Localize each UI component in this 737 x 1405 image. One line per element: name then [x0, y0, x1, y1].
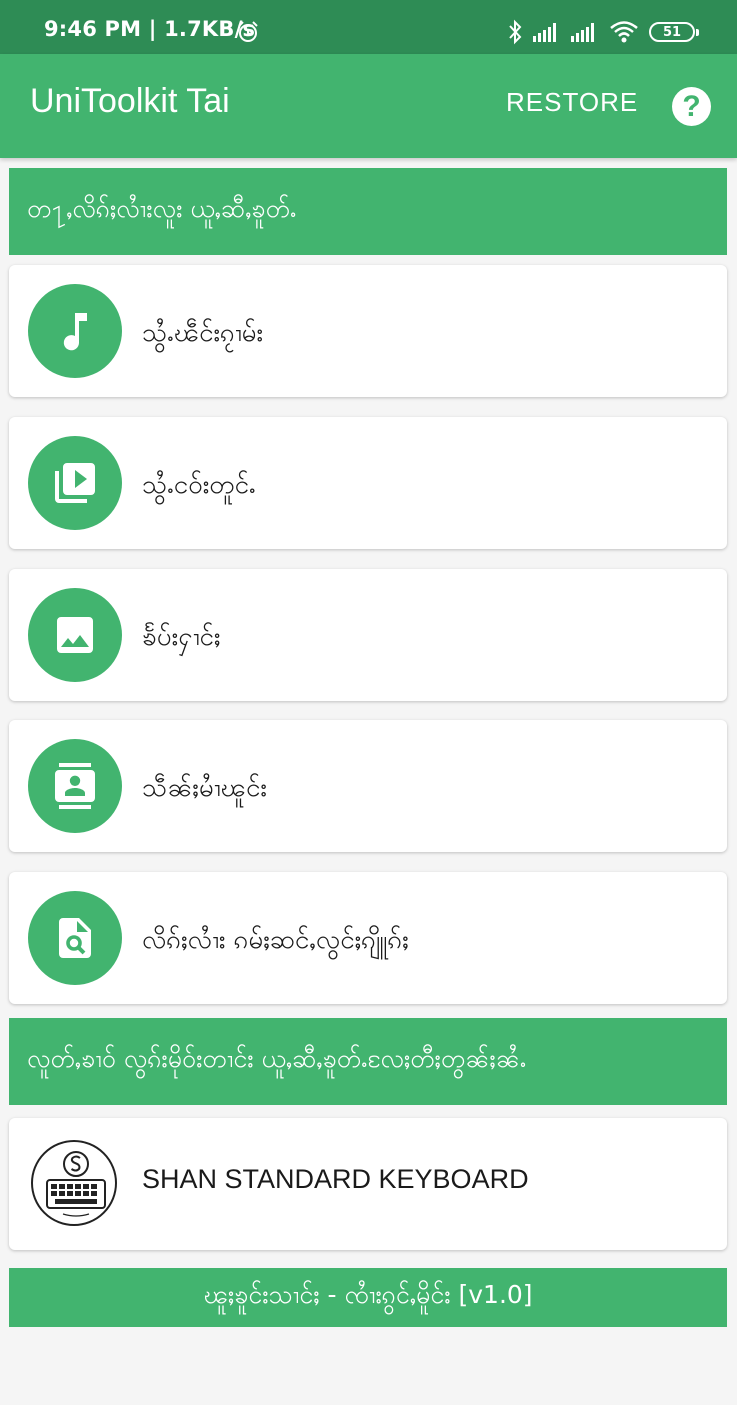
help-icon[interactable]: ?: [672, 87, 711, 126]
card-file-search[interactable]: လိၵ်ႈလၢႆး ၵမ်ႈဆင်ႇလွင်ႈၵျိူၵ်ႈ: [9, 872, 727, 1004]
section-header-tools: တ႑ႇလိၵ်ႈလၢႆးလူး ယူႇဆီႇၶူတ်ႉ: [9, 168, 727, 255]
contact-icon: [55, 763, 95, 809]
keyboard-icon: [46, 1151, 106, 1217]
music-note-icon: [63, 313, 87, 351]
file-search-icon: [59, 918, 91, 958]
status-icons: 51: [507, 18, 699, 46]
music-icon-circle: [28, 284, 122, 378]
image-icon-circle: [28, 588, 122, 682]
alarm-clock-icon: [238, 21, 258, 42]
card-contacts-label: သဵၼ်ႈမၢႆၽူင်း: [142, 773, 268, 803]
card-video[interactable]: သွႆႉငဝ်းတူင်ႉ: [9, 417, 727, 549]
file-search-icon-circle: [28, 891, 122, 985]
card-shan-keyboard-label: SHAN STANDARD KEYBOARD: [142, 1164, 529, 1194]
restore-button[interactable]: RESTORE: [506, 87, 638, 118]
video-icon-circle: [28, 436, 122, 530]
app-title: UniToolkit Tai: [30, 82, 230, 120]
card-shan-keyboard[interactable]: SHAN STANDARD KEYBOARD: [9, 1118, 727, 1250]
footer-credit-text: ၽူႈၶူင်းသၢင်ႈ - ၸၢႆးၵွင်ႇမိူင်း [v1.0]: [203, 1280, 533, 1309]
status-time: 9:46 PM | 1.7KB/s: [44, 17, 256, 41]
card-file-search-label: လိၵ်ႈလၢႆး ၵမ်ႈဆင်ႇလွင်ႈၵျိူၵ်ႈ: [142, 925, 409, 955]
card-video-label: သွႆႉငဝ်းတူင်ႉ: [142, 470, 256, 500]
card-image[interactable]: ၶႅပ်းႁၢင်ႈ: [9, 569, 727, 701]
status-bar: 9:46 PM | 1.7KB/s 51: [0, 0, 737, 54]
footer-credit: ၽူႈၶူင်းသၢင်ႈ - ၸၢႆးၵွင်ႇမိူင်း [v1.0]: [9, 1268, 727, 1327]
bluetooth-icon: [509, 19, 522, 45]
battery-icon: 51: [649, 22, 699, 42]
image-icon: [57, 617, 93, 653]
signal-icon: [533, 23, 556, 42]
section-header-keyboard: လူတ်ႇၶၢဝ် လွၵ်းမိုဝ်းတၢင်း ယူႇဆီႇၶူတ်ႉလႄ…: [9, 1018, 727, 1105]
section-header-tools-label: တ႑ႇလိၵ်ႈလၢႆးလူး ယူႇဆီႇၶူတ်ႉ: [27, 194, 297, 223]
card-contacts[interactable]: သဵၼ်ႈမၢႆၽူင်း: [9, 720, 727, 852]
card-image-label: ၶႅပ်းႁၢင်ႈ: [142, 622, 221, 652]
section-header-keyboard-label: လူတ်ႇၶၢဝ် လွၵ်းမိုဝ်းတၢင်း ယူႇဆီႇၶူတ်ႉလႄ…: [27, 1044, 527, 1073]
wifi-icon: [610, 21, 638, 43]
app-bar: UniToolkit Tai RESTORE ?: [0, 54, 737, 158]
signal-icon-2: [571, 23, 594, 42]
contact-icon-circle: [28, 739, 122, 833]
shan-keyboard-logo: [31, 1140, 117, 1226]
card-music[interactable]: သွႆႉၽဵင်းၵႂၢမ်း: [9, 265, 727, 397]
card-music-label: သွႆႉၽဵင်းၵႂၢမ်း: [142, 318, 264, 348]
video-library-icon: [55, 463, 95, 503]
